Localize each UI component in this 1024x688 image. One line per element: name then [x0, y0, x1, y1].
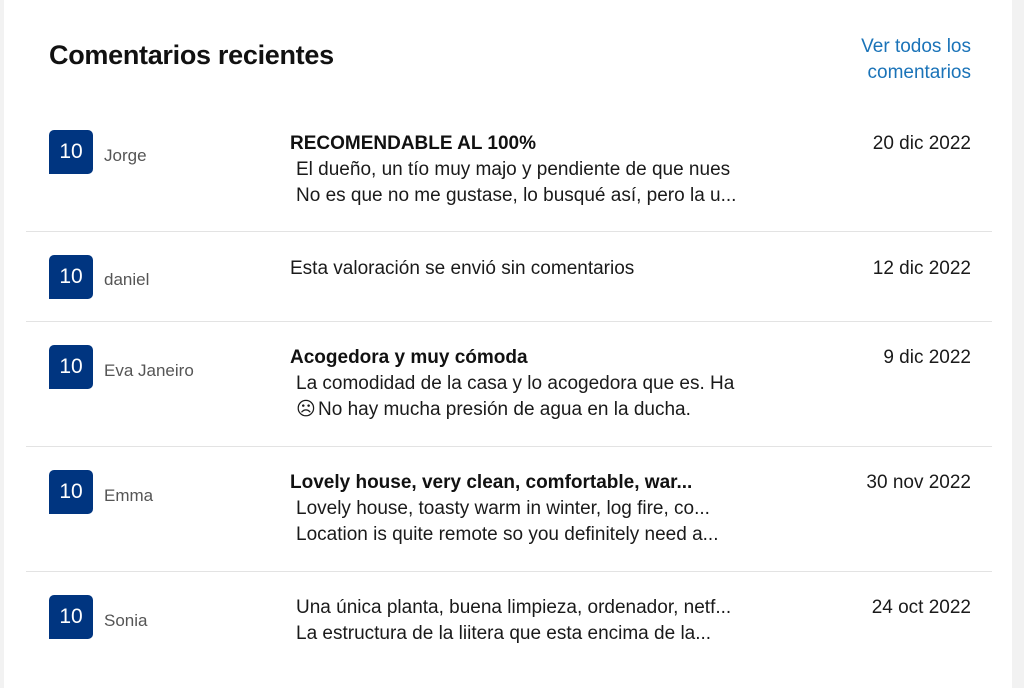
review-title: RECOMENDABLE AL 100%	[290, 133, 536, 154]
recent-reviews-panel: Comentarios recientes Ver todos los come…	[4, 0, 1012, 688]
review-date: 24 oct 2022	[871, 597, 971, 618]
see-all-reviews-link[interactable]: Ver todos los comentarios	[831, 34, 971, 86]
review-body: RECOMENDABLE AL 100% El dueño, un tío mu…	[290, 131, 754, 209]
review-date: 30 nov 2022	[866, 472, 971, 493]
review-positive-text: Una única planta, buena limpieza, ordena…	[296, 597, 732, 618]
review-negative-text: No hay mucha presión de agua en la ducha…	[318, 399, 691, 420]
review-author: daniel	[104, 270, 150, 289]
score-badge: 10	[49, 595, 93, 639]
review-positive-text: El dueño, un tío muy majo y pendiente de…	[296, 159, 731, 180]
review-item[interactable]: 10 Eva Janeiro Acogedora y muy cómoda La…	[26, 322, 992, 447]
review-item[interactable]: 10 daniel Esta valoración se envió sin c…	[26, 232, 992, 322]
review-body: Una única planta, buena limpieza, ordena…	[290, 595, 754, 647]
review-negative-text: La estructura de la liitera que esta enc…	[296, 623, 712, 644]
review-author: Eva Janeiro	[104, 361, 194, 380]
review-body: Esta valoración se envió sin comentarios	[290, 256, 754, 282]
review-negative-text: Location is quite remote so you definite…	[296, 524, 719, 545]
see-all-line-1[interactable]: Ver todos los	[861, 36, 971, 57]
review-body: Lovely house, very clean, comfortable, w…	[290, 470, 754, 548]
review-positive-text: Lovely house, toasty warm in winter, log…	[296, 498, 710, 519]
review-date: 9 dic 2022	[883, 347, 971, 368]
reviews-header: Comentarios recientes Ver todos los come…	[4, 0, 1012, 110]
review-author: Sonia	[104, 611, 148, 630]
page-title: Comentarios recientes	[49, 40, 334, 70]
review-date: 12 dic 2022	[872, 258, 971, 279]
review-title: Acogedora y muy cómoda	[290, 347, 528, 368]
score-badge: 10	[49, 470, 93, 514]
review-author: Jorge	[104, 146, 147, 165]
review-date: 20 dic 2022	[872, 133, 971, 154]
review-no-comment-text: Esta valoración se envió sin comentarios	[290, 258, 635, 279]
see-all-line-2[interactable]: comentarios	[868, 62, 972, 83]
score-badge: 10	[49, 255, 93, 299]
review-negative-line: ☹ No hay mucha presión de agua en la duch…	[290, 397, 754, 423]
sad-face-icon: ☹	[296, 399, 316, 420]
score-badge: 10	[49, 130, 93, 174]
review-item[interactable]: 10 Jorge RECOMENDABLE AL 100% El dueño, …	[26, 110, 992, 232]
review-author: Emma	[104, 486, 154, 505]
review-negative-text: No es que no me gustase, lo busqué así, …	[296, 185, 737, 206]
review-item[interactable]: 10 Emma Lovely house, very clean, comfor…	[26, 447, 992, 572]
score-badge: 10	[49, 345, 93, 389]
review-body: Acogedora y muy cómoda La comodidad de l…	[290, 345, 754, 423]
review-title: Lovely house, very clean, comfortable, w…	[290, 472, 693, 493]
review-positive-text: La comodidad de la casa y lo acogedora q…	[296, 373, 735, 394]
review-item[interactable]: 10 Sonia Una única planta, buena limpiez…	[26, 572, 992, 688]
